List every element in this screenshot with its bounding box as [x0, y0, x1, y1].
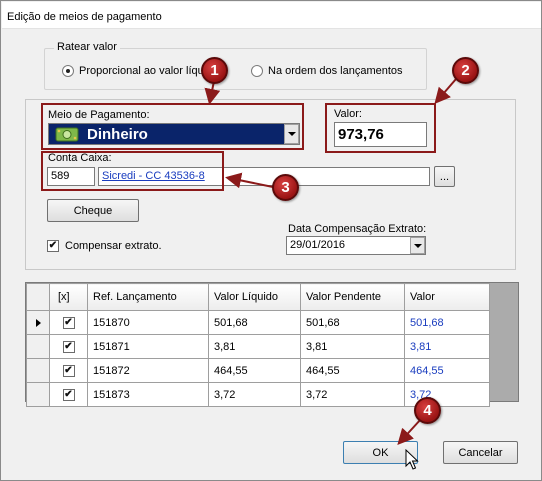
row-checkbox[interactable]: ✔ — [62, 316, 75, 329]
annotation-box-valor — [325, 103, 436, 153]
annotation-badge-1: 1 — [201, 57, 228, 84]
row-checkbox[interactable]: ✔ — [62, 340, 75, 353]
grid-header-row: [x] Ref. Lançamento Valor Líquido Valor … — [26, 283, 490, 311]
annotation-box-conta-caixa — [41, 151, 224, 191]
row-checkbox[interactable]: ✔ — [62, 388, 75, 401]
table-row[interactable]: ✔ 151871 3,81 3,81 3,81 — [26, 334, 490, 359]
row-selector[interactable] — [26, 310, 50, 335]
cancel-button[interactable]: Cancelar — [443, 441, 518, 464]
col-header-check[interactable]: [x] — [49, 283, 88, 311]
conta-caixa-browse-button[interactable]: ... — [434, 166, 455, 187]
cell-liquido[interactable]: 464,55 — [208, 358, 301, 383]
cell-pendente[interactable]: 3,81 — [300, 334, 405, 359]
ratear-valor-legend: Ratear valor — [54, 41, 120, 53]
title-bar: Edição de meios de pagamento — [2, 2, 541, 28]
row-selector[interactable] — [26, 382, 50, 407]
grid-corner-header — [26, 283, 50, 311]
mouse-cursor-icon — [405, 449, 419, 470]
col-header-ref[interactable]: Ref. Lançamento — [87, 283, 209, 311]
cell-ref[interactable]: 151872 — [87, 358, 209, 383]
window-title: Edição de meios de pagamento — [7, 11, 162, 23]
radio-ordem-label: Na ordem dos lançamentos — [268, 65, 403, 77]
cell-liquido[interactable]: 3,72 — [208, 382, 301, 407]
annotation-badge-4: 4 — [414, 397, 441, 424]
annotation-badge-3: 3 — [272, 174, 299, 201]
title-separator — [2, 28, 541, 29]
row-check-cell[interactable]: ✔ — [49, 358, 88, 383]
cell-pendente[interactable]: 3,72 — [300, 382, 405, 407]
data-compensacao-label: Data Compensação Extrato: — [288, 223, 427, 235]
radio-ordem-circle[interactable] — [251, 65, 263, 77]
compensar-extrato-label: Compensar extrato. — [65, 240, 162, 252]
row-checkbox[interactable]: ✔ — [62, 364, 75, 377]
chevron-down-icon — [413, 243, 422, 248]
row-selector[interactable] — [26, 358, 50, 383]
lancamentos-grid: [x] Ref. Lançamento Valor Líquido Valor … — [25, 282, 519, 407]
cell-liquido[interactable]: 3,81 — [208, 334, 301, 359]
radio-ordem-lancamentos[interactable]: Na ordem dos lançamentos — [251, 65, 403, 77]
cheque-button[interactable]: Cheque — [47, 199, 139, 222]
col-header-pendente[interactable]: Valor Pendente — [300, 283, 405, 311]
cell-pendente[interactable]: 501,68 — [300, 310, 405, 335]
radio-proporcional[interactable]: Proporcional ao valor líqu — [62, 65, 204, 77]
row-check-cell[interactable]: ✔ — [49, 310, 88, 335]
data-compensacao-input[interactable]: 29/01/2016 — [286, 236, 426, 255]
table-row[interactable]: ✔ 151872 464,55 464,55 464,55 — [26, 358, 490, 383]
row-check-cell[interactable]: ✔ — [49, 334, 88, 359]
lancamentos-table: [x] Ref. Lançamento Valor Líquido Valor … — [26, 283, 490, 407]
annotation-box-meio-pagamento — [41, 103, 304, 150]
row-selector[interactable] — [26, 334, 50, 359]
annotation-badge-2: 2 — [452, 57, 479, 84]
cell-valor[interactable]: 501,68 — [404, 310, 490, 335]
payment-methods-dialog: Edição de meios de pagamento Ratear valo… — [0, 0, 542, 481]
cell-ref[interactable]: 151870 — [87, 310, 209, 335]
col-header-liquido[interactable]: Valor Líquido — [208, 283, 301, 311]
cell-valor[interactable]: 464,55 — [404, 358, 490, 383]
row-check-cell[interactable]: ✔ — [49, 382, 88, 407]
cell-ref[interactable]: 151871 — [87, 334, 209, 359]
radio-proporcional-label: Proporcional ao valor líqu — [79, 65, 204, 77]
current-row-icon — [35, 318, 41, 327]
cell-pendente[interactable]: 464,55 — [300, 358, 405, 383]
radio-proporcional-circle[interactable] — [62, 65, 74, 77]
compensar-extrato-checkbox[interactable]: ✔ Compensar extrato. — [47, 240, 162, 252]
table-row[interactable]: ✔ 151870 501,68 501,68 501,68 — [26, 310, 490, 335]
cell-valor[interactable]: 3,81 — [404, 334, 490, 359]
cell-liquido[interactable]: 501,68 — [208, 310, 301, 335]
col-header-valor[interactable]: Valor — [404, 283, 490, 311]
compensar-extrato-box[interactable]: ✔ — [47, 240, 59, 252]
data-compensacao-dropdown-button[interactable] — [410, 237, 425, 254]
cell-ref[interactable]: 151873 — [87, 382, 209, 407]
